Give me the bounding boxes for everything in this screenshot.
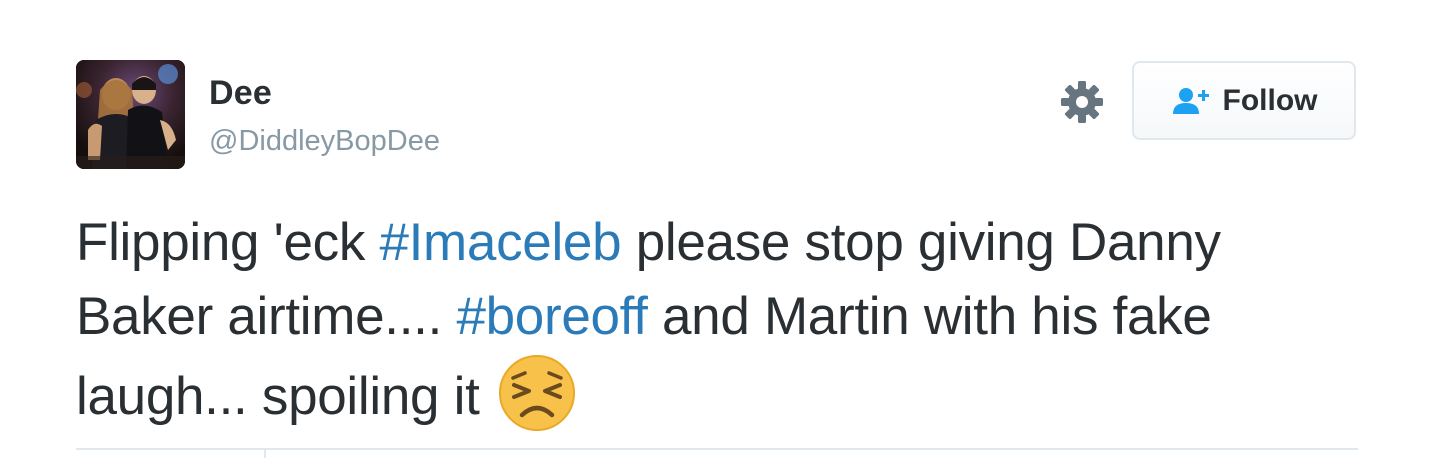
divider-tick — [264, 448, 266, 458]
user-name[interactable]: Dee — [209, 76, 272, 110]
tweet-text: Flipping 'eck #Imaceleb please stop givi… — [76, 206, 1358, 434]
gear-icon[interactable] — [1060, 80, 1104, 124]
tweet-text-segment: Flipping 'eck — [76, 213, 380, 272]
avatar[interactable] — [76, 60, 185, 169]
persevering-face-emoji — [498, 354, 576, 432]
avatar-photo — [76, 60, 185, 169]
follow-label: Follow — [1222, 83, 1318, 117]
add-user-icon — [1172, 87, 1209, 114]
hashtag-link[interactable]: #boreoff — [456, 287, 647, 346]
hashtag-link[interactable]: #Imaceleb — [379, 213, 621, 272]
tweet-card: Dee @DiddleyBopDee Follow Flipping 'eck … — [76, 0, 1358, 458]
user-handle[interactable]: @DiddleyBopDee — [209, 127, 440, 156]
tweet-divider — [76, 448, 1358, 450]
follow-button[interactable]: Follow — [1132, 61, 1356, 140]
